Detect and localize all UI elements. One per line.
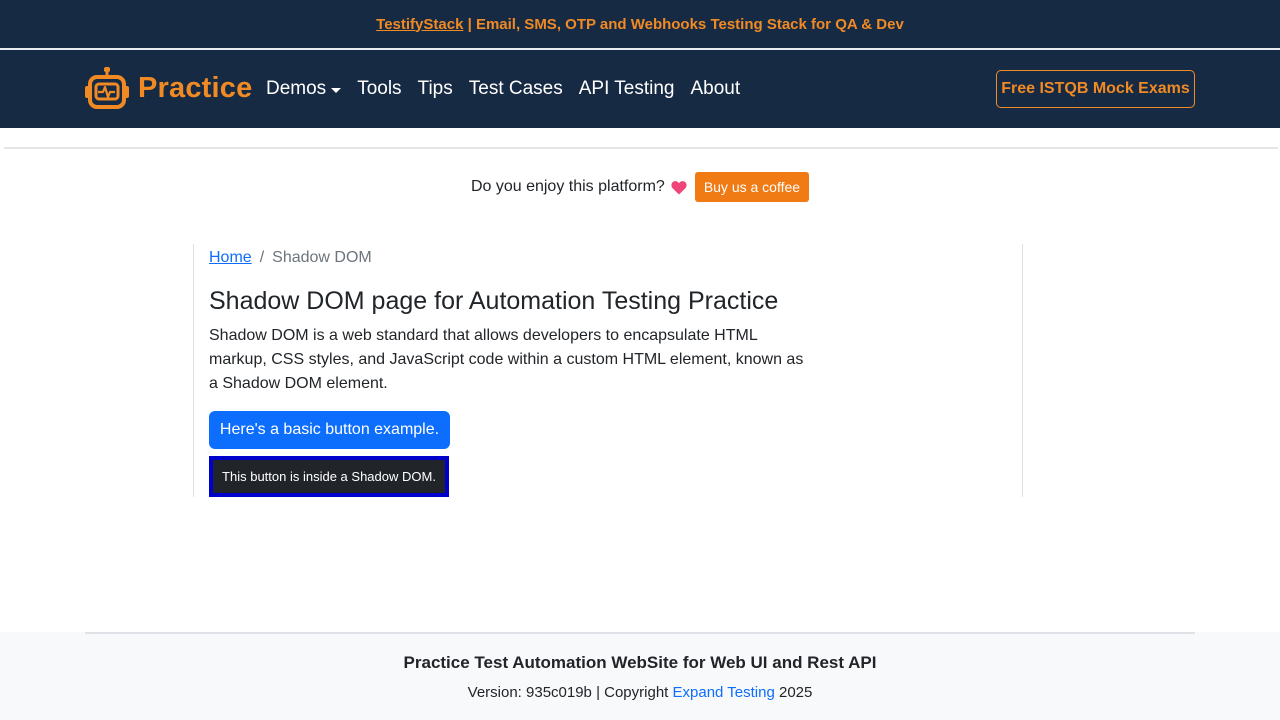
main-navbar: Practice Demos Tools Tips Test Cases API… (0, 50, 1280, 128)
banner-tagline: | Email, SMS, OTP and Webhooks Testing S… (463, 15, 904, 33)
nav-item-about[interactable]: About (691, 78, 741, 100)
section-divider (4, 147, 1278, 149)
footer-version-text: Version: 935c019b | Copyright (467, 684, 673, 701)
brand-logo-link[interactable]: Practice (84, 66, 252, 110)
footer-title: Practice Test Automation WebSite for Web… (403, 653, 877, 672)
nav-item-api-testing[interactable]: API Testing (579, 78, 675, 100)
nav-menu: Demos Tools Tips Test Cases API Testing … (266, 78, 756, 100)
support-prompt: Do you enjoy this platform? (470, 178, 665, 195)
footer-year: 2025 (774, 684, 813, 701)
promo-banner: TestifyStack | Email, SMS, OTP and Webho… (0, 0, 1280, 48)
main-content: Home / Shadow DOM Shadow DOM page for Au… (193, 244, 1023, 497)
footer-divider (85, 632, 1195, 634)
istqb-mock-exams-button[interactable]: Free ISTQB Mock Exams (996, 70, 1195, 108)
footer-copyright: Version: 935c019b | Copyright Expand Tes… (0, 684, 1280, 701)
heart-icon (671, 180, 687, 194)
support-row: Do you enjoy this platform? Buy us a cof… (0, 172, 1280, 202)
breadcrumb: Home / Shadow DOM (209, 249, 372, 267)
buy-coffee-button[interactable]: Buy us a coffee (694, 172, 810, 202)
nav-item-tips[interactable]: Tips (418, 78, 453, 100)
breadcrumb-current: Shadow DOM (272, 249, 372, 266)
shadow-dom-button[interactable]: This button is inside a Shadow DOM. (213, 460, 445, 493)
testifystack-link[interactable]: TestifyStack (376, 16, 463, 33)
breadcrumb-separator: / (259, 249, 265, 266)
shadow-host: This button is inside a Shadow DOM. (209, 456, 449, 497)
page-description: Shadow DOM is a web standard that allows… (209, 327, 804, 392)
chevron-down-icon (331, 87, 342, 93)
robot-icon (85, 67, 129, 109)
page-title: Shadow DOM page for Automation Testing P… (209, 287, 779, 315)
nav-item-test-cases[interactable]: Test Cases (469, 78, 563, 100)
basic-example-button[interactable]: Here's a basic button example. (209, 411, 450, 449)
page-footer: Practice Test Automation WebSite for Web… (0, 632, 1280, 720)
expand-testing-link[interactable]: Expand Testing (673, 684, 775, 701)
nav-item-demos-label: Demos (266, 78, 327, 99)
nav-item-tools[interactable]: Tools (357, 78, 401, 100)
brand-name: Practice (138, 71, 253, 104)
breadcrumb-home-link[interactable]: Home (209, 249, 252, 267)
nav-item-demos[interactable]: Demos (266, 78, 342, 100)
